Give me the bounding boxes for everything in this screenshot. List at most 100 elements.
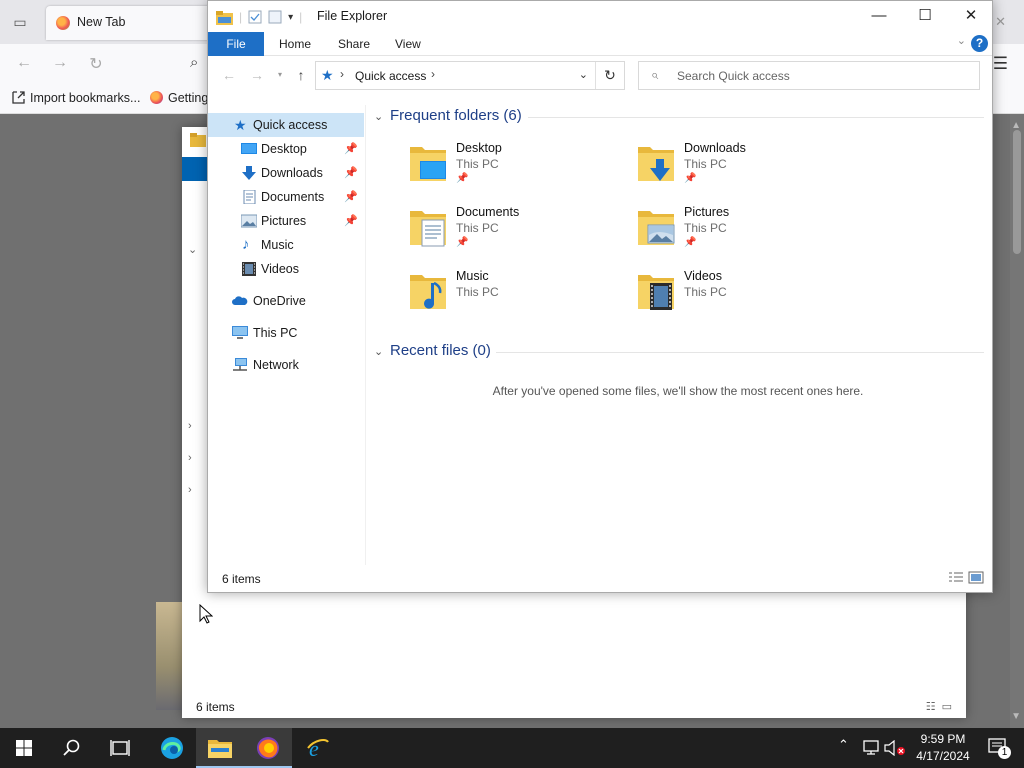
folder-tile-pictures[interactable]: Pictures This PC 📌 xyxy=(636,205,856,265)
refresh-button[interactable]: ↻ xyxy=(595,62,624,89)
browser-reload-icon[interactable]: ↻ xyxy=(86,54,106,74)
chevron-down-icon[interactable]: ⌄ xyxy=(374,110,388,123)
new-folder-icon[interactable] xyxy=(268,10,282,24)
item-count: 6 items xyxy=(222,572,261,586)
folder-location: This PC xyxy=(456,221,499,235)
browser-scrollbar[interactable]: ▲ ▼ xyxy=(1010,114,1024,728)
firefox-icon xyxy=(257,737,279,759)
nav-item-network[interactable]: Network xyxy=(208,353,364,377)
recent-locations-icon[interactable]: ▾ xyxy=(271,66,289,84)
folder-name: Downloads xyxy=(684,141,746,155)
edge-taskbar-button[interactable] xyxy=(148,728,196,768)
action-center-button[interactable]: 1 xyxy=(988,738,1011,759)
back-status-count: 6 items xyxy=(196,700,235,714)
internet-explorer-icon: e xyxy=(307,736,329,760)
browser-search-icon[interactable]: ⌕ xyxy=(190,54,198,71)
ie-taskbar-button[interactable]: e xyxy=(294,728,342,768)
folder-tile-music[interactable]: Music This PC xyxy=(408,269,628,329)
nav-item-pictures[interactable]: Pictures 📌 xyxy=(208,209,364,233)
pictures-folder-icon xyxy=(638,211,675,245)
search-box[interactable]: ⌕ xyxy=(638,61,980,90)
nav-item-videos[interactable]: Videos xyxy=(208,257,364,281)
back-view-toggle-icons[interactable]: ☷▭ xyxy=(926,700,958,713)
explorer-folder-icon xyxy=(216,10,233,25)
chevron-down-icon[interactable]: ⌄ xyxy=(374,345,388,358)
chevron-right-icon[interactable]: › xyxy=(188,484,192,496)
minimize-button[interactable]: — xyxy=(856,1,902,32)
show-hidden-icons-icon[interactable]: ⌃ xyxy=(838,737,849,753)
chevron-right-icon[interactable]: › xyxy=(188,452,192,464)
volume-muted-icon[interactable] xyxy=(884,740,906,756)
chevron-down-icon[interactable]: ⌄ xyxy=(188,243,197,256)
pin-icon[interactable]: 📌 xyxy=(344,185,358,209)
pin-icon[interactable]: 📌 xyxy=(344,137,358,161)
back-file-tab[interactable] xyxy=(182,157,208,181)
browser-tab-new-tab[interactable]: New Tab xyxy=(46,6,216,40)
tab-view[interactable]: View xyxy=(381,32,435,56)
group-header-recent[interactable]: ⌄ Recent files (0) xyxy=(374,342,491,364)
pin-icon[interactable]: 📌 xyxy=(344,161,358,185)
task-view-button[interactable] xyxy=(96,728,144,768)
nav-item-onedrive[interactable]: OneDrive xyxy=(208,289,364,313)
browser-back-icon[interactable]: ← xyxy=(14,54,34,72)
up-arrow-icon[interactable]: ↑ xyxy=(292,66,310,84)
desktop-folder-icon xyxy=(410,147,446,181)
properties-icon[interactable] xyxy=(248,10,262,24)
folder-location: This PC xyxy=(456,285,499,299)
help-icon[interactable]: ? xyxy=(971,35,988,52)
mouse-cursor-icon xyxy=(199,604,213,624)
start-button[interactable] xyxy=(0,728,48,768)
folder-tile-videos[interactable]: Videos This PC xyxy=(636,269,856,329)
chevron-right-icon[interactable]: › xyxy=(188,420,192,432)
tab-file[interactable]: File xyxy=(208,32,264,56)
maximize-button[interactable]: ☐ xyxy=(902,1,948,32)
back-arrow-icon[interactable]: ← xyxy=(220,66,238,84)
network-status-icon[interactable] xyxy=(862,740,880,756)
expand-ribbon-icon[interactable]: ⌄ xyxy=(957,34,966,47)
pin-icon[interactable]: 📌 xyxy=(344,209,358,233)
breadcrumb-separator-icon[interactable]: › xyxy=(431,67,435,81)
ribbon-tabs: File Home Share View ⌄ ? xyxy=(208,32,992,56)
group-header-frequent[interactable]: ⌄ Frequent folders (6) xyxy=(374,107,522,129)
forward-arrow-icon[interactable]: → xyxy=(248,66,266,84)
nav-item-desktop[interactable]: Desktop 📌 xyxy=(208,137,364,161)
file-explorer-taskbar-button[interactable] xyxy=(196,728,244,768)
tab-list-icon[interactable]: ▭ xyxy=(10,12,30,32)
documents-icon xyxy=(243,190,256,204)
close-button[interactable]: ✕ xyxy=(948,1,994,32)
title-bar[interactable]: | ▾ | File Explorer — ☐ ✕ xyxy=(208,1,992,32)
folder-tile-downloads[interactable]: Downloads This PC 📌 xyxy=(636,141,856,201)
search-input[interactable] xyxy=(677,66,967,86)
nav-item-quick-access[interactable]: ★ Quick access xyxy=(208,113,364,137)
nav-item-downloads[interactable]: Downloads 📌 xyxy=(208,161,364,185)
nav-item-this-pc[interactable]: This PC xyxy=(208,321,364,345)
browser-close-icon[interactable]: ✕ xyxy=(995,14,1006,30)
nav-item-music[interactable]: ♪ Music xyxy=(208,233,364,257)
address-dropdown-icon[interactable]: ⌄ xyxy=(579,68,588,81)
folder-tile-documents[interactable]: Documents This PC 📌 xyxy=(408,205,628,265)
large-icons-view-icon[interactable] xyxy=(968,571,984,584)
background-thumbnail xyxy=(156,602,182,710)
tab-share[interactable]: Share xyxy=(324,32,384,56)
nav-label: Videos xyxy=(261,262,299,276)
breadcrumb-quick-access[interactable]: Quick access xyxy=(355,69,426,83)
browser-forward-icon[interactable]: → xyxy=(50,54,70,72)
scroll-down-icon[interactable]: ▼ xyxy=(1011,711,1021,722)
onedrive-cloud-icon xyxy=(232,296,248,305)
nav-item-documents[interactable]: Documents 📌 xyxy=(208,185,364,209)
bookmark-getting-started[interactable]: Getting xyxy=(150,91,208,105)
scroll-thumb[interactable] xyxy=(1013,130,1021,254)
details-view-icon[interactable] xyxy=(948,571,964,584)
browser-menu-icon[interactable]: ☰ xyxy=(993,54,1008,74)
firefox-taskbar-button[interactable] xyxy=(244,728,292,768)
address-bar[interactable]: ★ › Quick access › ⌄ ↻ xyxy=(315,61,625,90)
taskbar-clock[interactable]: 9:59 PM 4/17/2024 xyxy=(912,731,974,765)
bookmark-import[interactable]: Import bookmarks... xyxy=(12,91,140,105)
breadcrumb-separator-icon[interactable]: › xyxy=(340,67,344,81)
tab-home[interactable]: Home xyxy=(265,32,325,56)
folder-location: This PC xyxy=(684,285,727,299)
search-taskbar-button[interactable] xyxy=(48,728,96,768)
folder-tile-desktop[interactable]: Desktop This PC 📌 xyxy=(408,141,628,201)
network-icon xyxy=(233,358,247,371)
customize-toolbar-icon[interactable]: ▾ xyxy=(288,12,293,23)
